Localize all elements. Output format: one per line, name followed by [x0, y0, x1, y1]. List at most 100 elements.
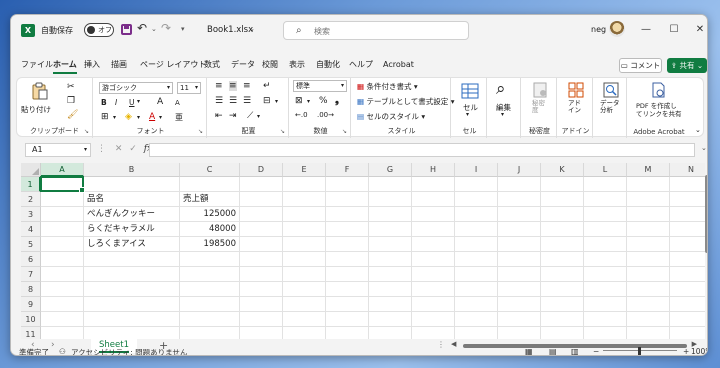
cell-l1[interactable] — [584, 177, 627, 192]
cell-h11[interactable] — [412, 327, 455, 339]
accessibility-status[interactable]: アクセシビリティ: 問題ありません — [71, 347, 187, 355]
cell-b11[interactable] — [84, 327, 180, 339]
cell-c6[interactable] — [180, 252, 240, 267]
cell-b9[interactable] — [84, 297, 180, 312]
chevron-down-icon[interactable]: ▾ — [275, 98, 278, 105]
cell-j11[interactable] — [498, 327, 541, 339]
cell-b5[interactable]: しろくまアイス — [84, 237, 180, 252]
data-analysis-icon[interactable] — [602, 81, 620, 99]
chevron-down-icon[interactable]: ▾ — [501, 111, 504, 118]
cell-l5[interactable] — [584, 237, 627, 252]
cell-g5[interactable] — [369, 237, 412, 252]
cell-a3[interactable] — [41, 207, 84, 222]
name-box[interactable]: A1 ▾ — [25, 143, 91, 157]
cell-j7[interactable] — [498, 267, 541, 282]
cell-n10[interactable] — [670, 312, 705, 327]
cell-g8[interactable] — [369, 282, 412, 297]
formula-input[interactable] — [149, 143, 695, 157]
addins-icon[interactable] — [567, 81, 585, 99]
search-icon[interactable]: ⌕ — [496, 79, 506, 99]
cell-d1[interactable] — [240, 177, 283, 192]
tab-draw[interactable]: 描画 — [111, 58, 127, 74]
cell-l8[interactable] — [584, 282, 627, 297]
align-middle-icon[interactable]: ≡ — [229, 81, 237, 91]
cell-m1[interactable] — [627, 177, 670, 192]
phonetic-icon[interactable]: 亜 — [175, 112, 183, 123]
cell-n2[interactable] — [670, 192, 705, 207]
cell-i2[interactable] — [455, 192, 498, 207]
cell-e1[interactable] — [283, 177, 326, 192]
cell-n5[interactable] — [670, 237, 705, 252]
cell-e8[interactable] — [283, 282, 326, 297]
orientation-icon[interactable]: ⟋ — [247, 111, 253, 121]
accounting-format-icon[interactable]: ⊠ — [295, 96, 303, 106]
cell-f4[interactable] — [326, 222, 369, 237]
cell-h2[interactable] — [412, 192, 455, 207]
cell-b7[interactable] — [84, 267, 180, 282]
tab-view[interactable]: 表示 — [289, 58, 305, 74]
cell-i8[interactable] — [455, 282, 498, 297]
cell-b6[interactable] — [84, 252, 180, 267]
row-header-2[interactable]: 2 — [21, 192, 41, 207]
tab-page-layout[interactable]: ページ レイアウト — [140, 58, 206, 74]
cell-n3[interactable] — [670, 207, 705, 222]
cell-i6[interactable] — [455, 252, 498, 267]
cell-k6[interactable] — [541, 252, 584, 267]
cell-i10[interactable] — [455, 312, 498, 327]
addins-button-label[interactable]: アド イン — [568, 100, 581, 114]
cell-k11[interactable] — [541, 327, 584, 339]
cell-d8[interactable] — [240, 282, 283, 297]
row-header-1[interactable]: 1 — [21, 177, 41, 192]
accessibility-icon[interactable]: ⚇ — [59, 347, 66, 355]
cell-k4[interactable] — [541, 222, 584, 237]
cell-n1[interactable] — [670, 177, 705, 192]
cell-f1[interactable] — [326, 177, 369, 192]
percent-button[interactable]: % — [319, 96, 328, 106]
format-as-table-button[interactable]: ▦ テーブルとして書式設定 ▾ — [357, 96, 454, 107]
cell-j3[interactable] — [498, 207, 541, 222]
align-top-icon[interactable]: ≡ — [215, 81, 223, 91]
row-header-10[interactable]: 10 — [21, 312, 41, 327]
cell-d6[interactable] — [240, 252, 283, 267]
font-size-select[interactable]: 11 ▾ — [177, 82, 201, 94]
cell-f10[interactable] — [326, 312, 369, 327]
cell-e4[interactable] — [283, 222, 326, 237]
tab-automate[interactable]: 自動化 — [316, 58, 340, 74]
document-title[interactable]: Book1.xlsx — [207, 25, 253, 35]
chevron-down-icon[interactable]: ▾ — [159, 114, 162, 121]
font-color-icon[interactable]: A — [149, 112, 155, 122]
cell-f11[interactable] — [326, 327, 369, 339]
cell-m5[interactable] — [627, 237, 670, 252]
cell-j1[interactable] — [498, 177, 541, 192]
tab-file[interactable]: ファイル — [21, 58, 53, 74]
cell-m3[interactable] — [627, 207, 670, 222]
cell-h1[interactable] — [412, 177, 455, 192]
cell-c11[interactable] — [180, 327, 240, 339]
cell-k9[interactable] — [541, 297, 584, 312]
chevron-down-icon[interactable]: ▾ — [137, 114, 140, 121]
customize-toolbar-icon[interactable]: ▾ — [181, 25, 185, 33]
create-pdf-label-line2[interactable]: てリンクを共有 — [636, 108, 682, 118]
cell-h3[interactable] — [412, 207, 455, 222]
cell-i11[interactable] — [455, 327, 498, 339]
chevron-down-icon[interactable]: ▾ — [113, 114, 116, 121]
row-header-6[interactable]: 6 — [21, 252, 41, 267]
wrap-text-icon[interactable]: ↵ — [263, 81, 271, 91]
cell-f9[interactable] — [326, 297, 369, 312]
cell-e7[interactable] — [283, 267, 326, 282]
cell-e11[interactable] — [283, 327, 326, 339]
cell-g2[interactable] — [369, 192, 412, 207]
share-button[interactable]: ⇪ 共有 ⌄ — [667, 58, 707, 73]
cell-i9[interactable] — [455, 297, 498, 312]
cell-k10[interactable] — [541, 312, 584, 327]
cell-c7[interactable] — [180, 267, 240, 282]
zoom-out-button[interactable]: − — [593, 347, 599, 355]
cell-g10[interactable] — [369, 312, 412, 327]
row-header-7[interactable]: 7 — [21, 267, 41, 282]
cell-g7[interactable] — [369, 267, 412, 282]
normal-view-icon[interactable]: ▦ — [525, 347, 533, 355]
cell-d3[interactable] — [240, 207, 283, 222]
bold-button[interactable]: B — [101, 98, 107, 107]
cell-f6[interactable] — [326, 252, 369, 267]
select-all-corner[interactable] — [21, 163, 41, 177]
